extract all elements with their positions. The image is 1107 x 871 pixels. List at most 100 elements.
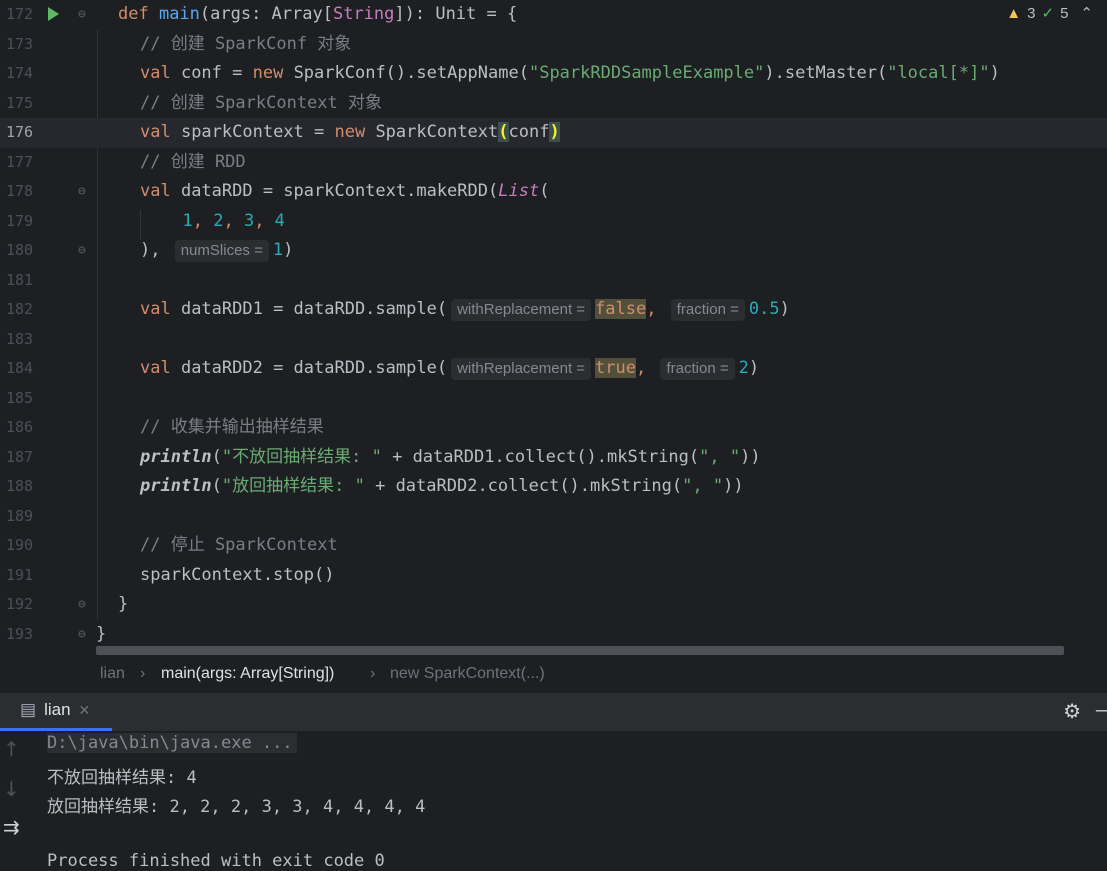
code-line[interactable]: 175 // 创建 SparkContext 对象	[0, 89, 1107, 119]
fold-icon[interactable]: ⊖	[78, 7, 86, 22]
code-line[interactable]: 173 // 创建 SparkConf 对象	[0, 30, 1107, 60]
line-number: 179	[6, 211, 34, 230]
code-token: SparkContext	[375, 122, 499, 142]
code-token: ,	[223, 210, 244, 231]
parameter-hint: numSlices =	[174, 240, 269, 262]
code-line[interactable]: 177 // 创建 RDD	[0, 148, 1107, 178]
code-line[interactable]: 181	[0, 266, 1107, 296]
line-number: 183	[6, 329, 34, 348]
parameter-hint: withReplacement =	[451, 358, 592, 380]
run-gutter-icon[interactable]	[48, 7, 59, 21]
code-token: dataRDD = sparkContext.makeRDD(	[180, 181, 499, 201]
fold-icon[interactable]: ⊖	[78, 627, 86, 642]
code-line[interactable]: 179 1, 2, 3, 4	[0, 207, 1107, 237]
warning-icon: ▲	[1006, 4, 1022, 22]
fold-icon[interactable]: ⊖	[78, 243, 86, 258]
code-text: // 创建 SparkConf 对象	[140, 30, 351, 60]
code-token: )	[748, 358, 760, 378]
code-token: new	[252, 63, 294, 83]
line-number: 172	[6, 5, 34, 23]
code-token: // 停止 SparkContext	[140, 535, 338, 555]
code-token: // 创建 RDD	[140, 151, 246, 172]
gear-icon[interactable]: ⚙	[1063, 699, 1081, 724]
console-line: 不放回抽样结果: 4	[47, 768, 197, 788]
code-token: ,	[254, 210, 275, 231]
code-line[interactable]: 186 // 收集并输出抽样结果	[0, 413, 1107, 443]
horizontal-scrollbar[interactable]	[96, 646, 1064, 655]
fold-icon[interactable]: ⊖	[78, 184, 86, 199]
line-number: 175	[6, 93, 34, 112]
code-token: "不放回抽样结果: "	[221, 446, 382, 467]
line-number: 174	[6, 64, 34, 82]
code-token: true	[595, 358, 636, 378]
code-line[interactable]: 192 ⊖}	[0, 590, 1107, 620]
code-token: val	[140, 122, 181, 142]
code-token: )	[779, 299, 790, 319]
weak-warning-count: 5	[1060, 4, 1069, 22]
arrow-up-icon[interactable]: ↑	[3, 737, 20, 761]
breadcrumb-item-file[interactable]: lian	[100, 665, 125, 683]
code-text: println("不放回抽样结果: " + dataRDD1.collect()…	[140, 443, 761, 473]
code-token: ", "	[682, 476, 724, 496]
code-line[interactable]: 191 sparkContext.stop()	[0, 561, 1107, 591]
code-line[interactable]: 184 val dataRDD2 = dataRDD.sample(withRep…	[0, 354, 1107, 384]
code-line[interactable]: 190 // 停止 SparkContext	[0, 531, 1107, 561]
code-text: sparkContext.stop()	[140, 561, 334, 591]
code-line[interactable]: 182 val dataRDD1 = dataRDD.sample(withRep…	[0, 295, 1107, 325]
code-line[interactable]: 172 ⊖ def main(args: Array[String]): Unit …	[0, 0, 1107, 30]
soft-wrap-icon[interactable]: ⇉	[3, 815, 20, 839]
line-number: 191	[6, 565, 34, 584]
fold-icon[interactable]: ⊖	[78, 597, 86, 612]
breadcrumb-separator: ›	[370, 665, 376, 682]
breadcrumb-separator: ›	[140, 665, 146, 682]
line-number: 182	[6, 300, 34, 318]
code-line[interactable]: 188 println("放回抽样结果: " + dataRDD2.collect…	[0, 472, 1107, 502]
code-line[interactable]: 187 println("不放回抽样结果: " + dataRDD1.collec…	[0, 443, 1107, 473]
line-number: 189	[6, 506, 34, 525]
code-line[interactable]: 178 ⊖ val dataRDD = sparkContext.makeRDD(L…	[0, 177, 1107, 207]
code-text: // 创建 SparkContext 对象	[140, 89, 382, 119]
code-token: List	[498, 181, 540, 201]
code-token: val	[140, 358, 181, 378]
line-number: 185	[6, 388, 34, 407]
code-line[interactable]: 185	[0, 384, 1107, 414]
code-text: val dataRDD2 = dataRDD.sample(withReplac…	[140, 354, 759, 384]
tab-run-lian[interactable]: ▤ lian ✕	[20, 700, 90, 720]
code-text: // 停止 SparkContext	[140, 531, 338, 561]
code-line[interactable]: 193 ⊖}	[0, 620, 1107, 650]
arrow-down-icon[interactable]: ↓	[3, 777, 20, 801]
line-number: 173	[6, 34, 34, 53]
code-editor[interactable]: 172 ⊖ def main(args: Array[String]): Unit …	[0, 0, 1107, 655]
chevron-up-icon[interactable]: ⌃	[1080, 4, 1093, 22]
code-token: (	[211, 476, 222, 496]
code-token: (	[498, 122, 509, 142]
breadcrumb: lian › main(args: Array[String]) › new S…	[0, 655, 1107, 693]
inspection-widget[interactable]: ▲ 3 ✓ 5 ⌃	[1006, 4, 1093, 23]
code-line[interactable]: 176 val sparkContext = new SparkContext(c…	[0, 118, 1107, 148]
close-icon[interactable]: ✕	[79, 702, 91, 719]
code-token: val	[140, 63, 181, 83]
code-token: + dataRDD2.collect().mkString(	[364, 476, 683, 496]
console-output[interactable]: ↑ ↓ ⇉ D:\java\bin\java.exe ... 不放回抽样结果: …	[0, 731, 1107, 871]
code-line[interactable]: 189	[0, 502, 1107, 532]
code-token: sparkContext.stop()	[140, 564, 335, 585]
code-token: + dataRDD1.collect().mkString(	[381, 446, 700, 467]
code-token: "SparkRDDSampleExample"	[528, 63, 765, 83]
line-number: 180	[6, 241, 34, 259]
breadcrumb-item-method[interactable]: main(args: Array[String])	[161, 665, 334, 683]
code-line[interactable]: 180 ⊖), numSlices = 1)	[0, 236, 1107, 266]
minimize-icon[interactable]: –	[1096, 699, 1107, 722]
code-token: (	[211, 446, 222, 467]
code-text: val conf = new SparkConf().setAppName("S…	[140, 59, 1000, 89]
code-token: ]): Unit = {	[394, 4, 518, 24]
console-line: 放回抽样结果: 2, 2, 2, 3, 3, 4, 4, 4, 4	[47, 797, 426, 817]
code-token: main	[158, 4, 200, 24]
line-number: 186	[6, 418, 34, 436]
parameter-hint: fraction =	[670, 299, 745, 321]
code-line[interactable]: 174 val conf = new SparkConf().setAppName…	[0, 59, 1107, 89]
code-line[interactable]: 183	[0, 325, 1107, 355]
tab-label: lian	[44, 700, 71, 719]
breadcrumb-item-constructor[interactable]: new SparkContext(...)	[390, 665, 545, 683]
code-token: )	[549, 122, 560, 142]
line-number: 193	[6, 624, 34, 643]
